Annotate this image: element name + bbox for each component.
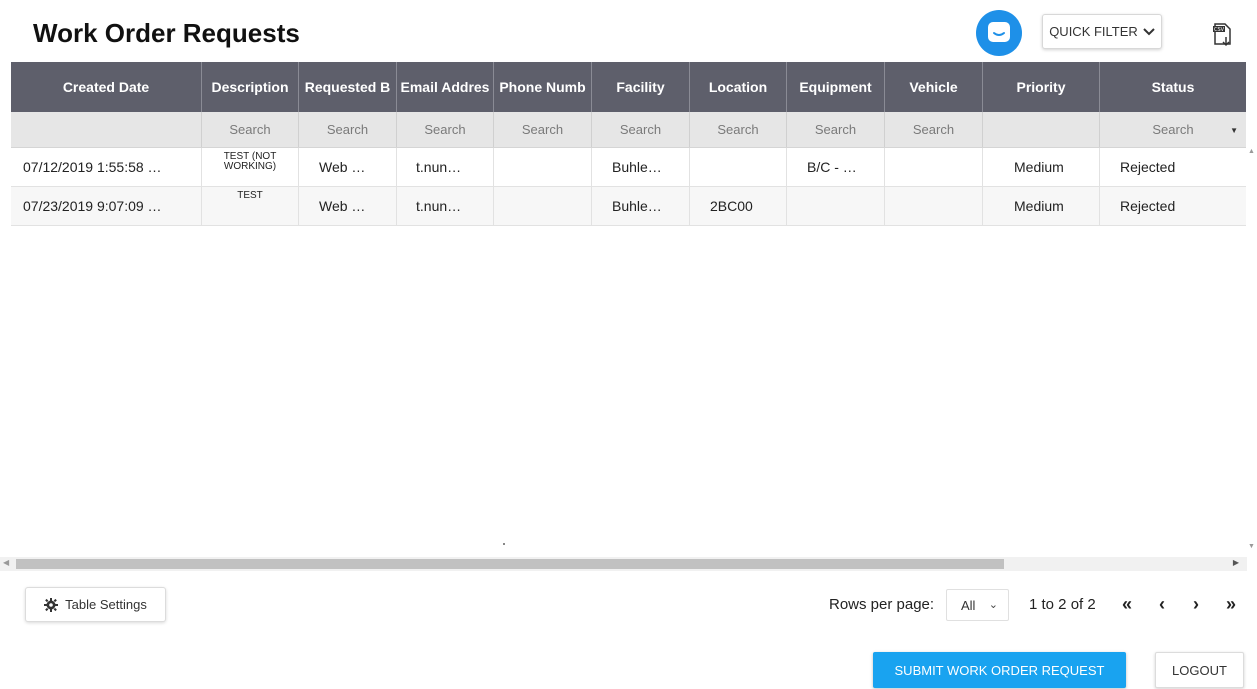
column-header-status[interactable]: Status bbox=[1100, 62, 1246, 112]
previous-page-button[interactable]: ‹ bbox=[1151, 592, 1173, 616]
cell-location: 2BC00 bbox=[690, 187, 787, 225]
rows-per-page-label: Rows per page: bbox=[829, 596, 935, 613]
cell-facility: Buhle… bbox=[592, 148, 690, 186]
column-header-requested-by[interactable]: Requested B bbox=[299, 62, 397, 112]
caret-down-icon: ▼ bbox=[1230, 126, 1238, 135]
table-settings-button[interactable]: Table Settings bbox=[25, 587, 166, 622]
table-row[interactable]: 07/12/2019 1:55:58 … TEST (NOT WORKING) … bbox=[11, 148, 1246, 187]
quick-filter-label: QUICK FILTER bbox=[1049, 24, 1138, 39]
filter-priority bbox=[983, 112, 1100, 147]
vertical-scroll-up-icon[interactable]: ▲ bbox=[1246, 148, 1257, 158]
cell-phone bbox=[494, 187, 592, 225]
column-header-priority[interactable]: Priority bbox=[983, 62, 1100, 112]
work-order-requests-page: Work Order Requests QUICK FILTER CSV Cre… bbox=[0, 0, 1257, 689]
first-page-button[interactable]: « bbox=[1116, 592, 1138, 616]
chat-bubble-icon[interactable] bbox=[976, 10, 1022, 56]
cell-phone bbox=[494, 148, 592, 186]
logout-button[interactable]: LOGOUT bbox=[1155, 652, 1244, 688]
rows-per-page-select[interactable]: All ⌄ bbox=[946, 589, 1009, 621]
filter-phone-input[interactable]: Search bbox=[494, 112, 592, 147]
cell-created-date: 07/23/2019 9:07:09 … bbox=[11, 187, 202, 225]
chevron-down-icon: ⌄ bbox=[988, 599, 998, 611]
cell-email: t.nun… bbox=[397, 148, 494, 186]
column-header-description[interactable]: Description bbox=[202, 62, 299, 112]
cell-equipment bbox=[787, 187, 885, 225]
cell-created-date: 07/12/2019 1:55:58 … bbox=[11, 148, 202, 186]
submit-work-order-request-button[interactable]: SUBMIT WORK ORDER REQUEST bbox=[873, 652, 1126, 688]
filter-created-date bbox=[11, 112, 202, 147]
work-order-table: Created Date Description Requested B Ema… bbox=[11, 62, 1246, 226]
cell-priority: Medium bbox=[983, 148, 1100, 186]
column-header-created-date[interactable]: Created Date bbox=[11, 62, 202, 112]
cell-requested-by: Web … bbox=[299, 148, 397, 186]
filter-equipment-input[interactable]: Search bbox=[787, 112, 885, 147]
filter-facility-input[interactable]: Search bbox=[592, 112, 690, 147]
cell-vehicle bbox=[885, 187, 983, 225]
column-header-email-address[interactable]: Email Addres bbox=[397, 62, 494, 112]
filter-location-input[interactable]: Search bbox=[690, 112, 787, 147]
rows-per-page-value: All bbox=[961, 597, 976, 613]
pagination-info: 1 to 2 of 2 bbox=[1029, 596, 1096, 613]
cell-vehicle bbox=[885, 148, 983, 186]
column-header-equipment[interactable]: Equipment bbox=[787, 62, 885, 112]
scrollbar-thumb[interactable] bbox=[16, 559, 1004, 569]
divider-dot bbox=[503, 543, 505, 545]
column-header-vehicle[interactable]: Vehicle bbox=[885, 62, 983, 112]
filter-email-input[interactable]: Search bbox=[397, 112, 494, 147]
table-row[interactable]: 07/23/2019 9:07:09 … TEST Web … t.nun… B… bbox=[11, 187, 1246, 226]
cell-location bbox=[690, 148, 787, 186]
last-page-button[interactable]: » bbox=[1220, 592, 1242, 616]
cell-status: Rejected bbox=[1120, 159, 1176, 175]
table-header-row: Created Date Description Requested B Ema… bbox=[11, 62, 1246, 112]
filter-requested-by-input[interactable]: Search bbox=[299, 112, 397, 147]
column-header-facility[interactable]: Facility bbox=[592, 62, 690, 112]
horizontal-scrollbar[interactable]: ◀ ▶ bbox=[0, 557, 1247, 571]
cell-facility: Buhle… bbox=[592, 187, 690, 225]
scroll-left-icon[interactable]: ◀ bbox=[3, 558, 9, 567]
next-page-button[interactable]: › bbox=[1185, 592, 1207, 616]
filter-status-placeholder: Search bbox=[1152, 122, 1194, 137]
filter-status-select[interactable]: Search ▼ bbox=[1100, 112, 1246, 147]
gear-icon bbox=[44, 597, 59, 612]
table-settings-label: Table Settings bbox=[65, 597, 147, 612]
page-title: Work Order Requests bbox=[33, 18, 300, 48]
filter-vehicle-input[interactable]: Search bbox=[885, 112, 983, 147]
cell-equipment: B/C - … bbox=[787, 148, 885, 186]
vertical-scroll-down-icon[interactable]: ▼ bbox=[1246, 543, 1257, 553]
cell-description: TEST (NOT WORKING) bbox=[202, 148, 299, 186]
column-header-location[interactable]: Location bbox=[690, 62, 787, 112]
csv-export-icon[interactable]: CSV bbox=[1210, 20, 1234, 48]
cell-email: t.nun… bbox=[397, 187, 494, 225]
cell-description: TEST bbox=[202, 187, 299, 225]
cell-requested-by: Web … bbox=[299, 187, 397, 225]
column-header-phone-number[interactable]: Phone Numb bbox=[494, 62, 592, 112]
scroll-right-icon[interactable]: ▶ bbox=[1233, 558, 1239, 567]
cell-priority: Medium bbox=[983, 187, 1100, 225]
svg-text:CSV: CSV bbox=[1214, 27, 1225, 33]
chevron-down-icon bbox=[1143, 27, 1155, 35]
quick-filter-button[interactable]: QUICK FILTER bbox=[1042, 14, 1162, 49]
table-filter-row: Search Search Search Search Search Searc… bbox=[11, 112, 1246, 148]
filter-description-input[interactable]: Search bbox=[202, 112, 299, 147]
cell-status: Rejected bbox=[1120, 198, 1176, 214]
